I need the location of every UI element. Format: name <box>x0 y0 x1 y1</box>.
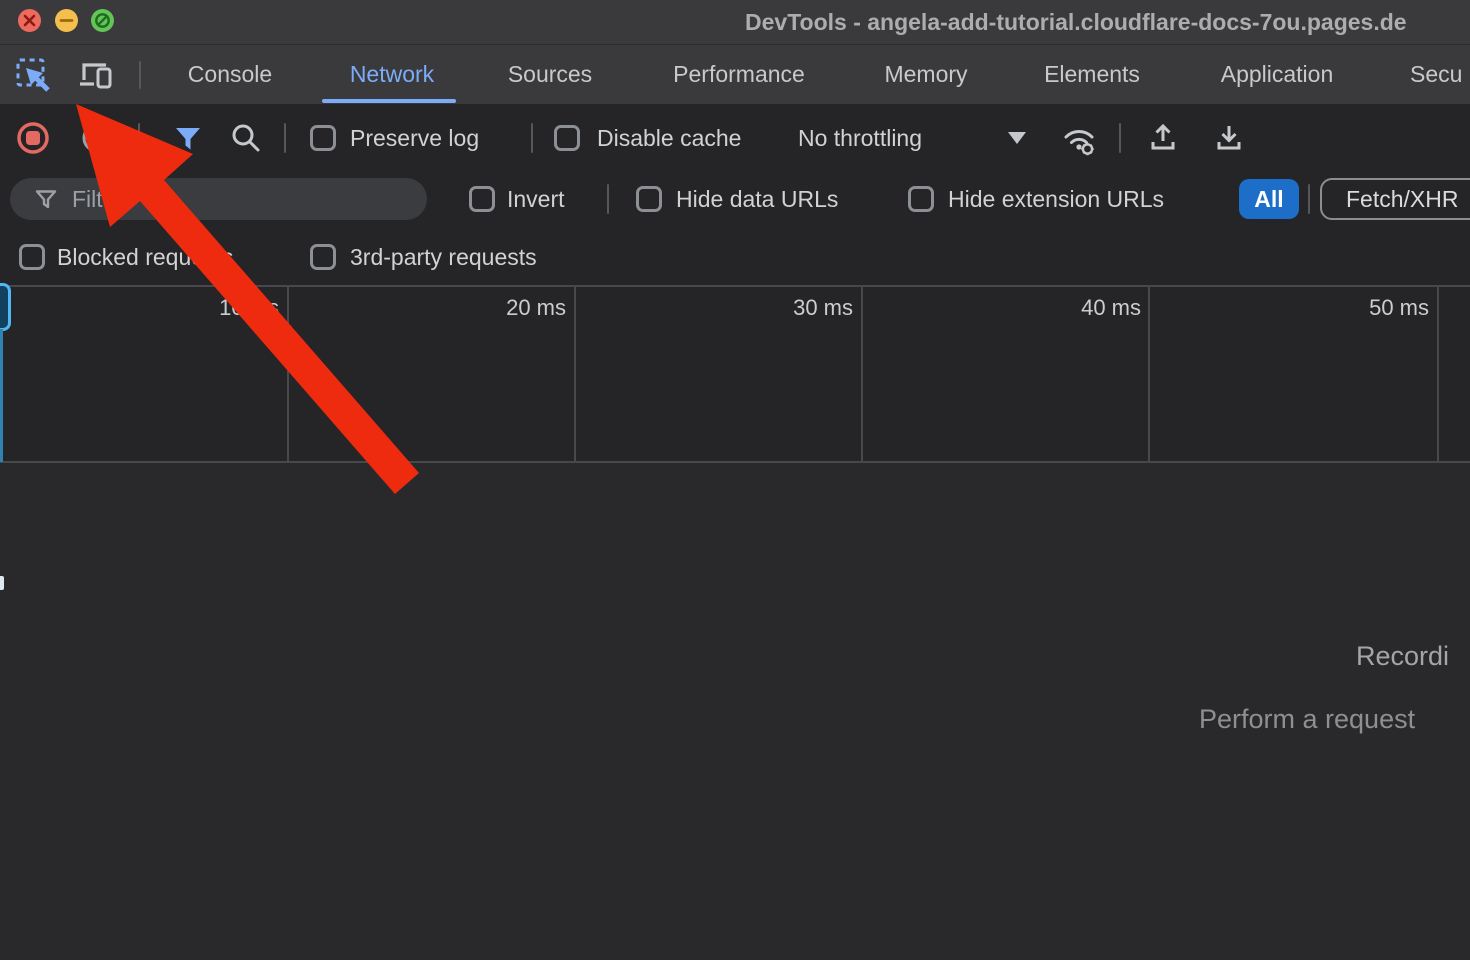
import-har-icon <box>1146 120 1180 156</box>
invert-checkbox[interactable] <box>469 186 495 212</box>
divider <box>138 123 140 153</box>
search-button[interactable] <box>230 122 262 159</box>
tab-elements[interactable]: Elements <box>1044 44 1140 104</box>
network-conditions-button[interactable] <box>1058 118 1100 165</box>
filter-toggle-button[interactable] <box>172 122 204 159</box>
filter-input[interactable] <box>72 181 412 217</box>
inspect-icon <box>14 56 54 96</box>
timeline-gridline <box>574 287 576 461</box>
clear-icon <box>80 121 114 155</box>
invert-label[interactable]: Invert <box>507 186 565 212</box>
timeline-gridline <box>1148 287 1150 461</box>
timeline-marker-30ms: 30 ms <box>793 295 853 321</box>
minimize-window-button[interactable] <box>55 9 78 32</box>
export-har-button[interactable] <box>1212 120 1246 161</box>
overview-handle-grip <box>0 576 4 590</box>
search-icon <box>230 122 262 154</box>
third-party-requests-checkbox[interactable] <box>310 244 336 270</box>
disable-cache-checkbox[interactable] <box>554 125 580 151</box>
clear-network-log-button[interactable] <box>80 121 114 160</box>
hide-data-urls-label[interactable]: Hide data URLs <box>676 186 838 212</box>
window-title: DevTools - angela-add-tutorial.cloudflar… <box>745 9 1407 36</box>
close-icon <box>18 9 41 32</box>
active-tab-underline <box>322 99 456 103</box>
divider <box>607 184 609 214</box>
stop-recording-button[interactable] <box>15 120 51 161</box>
timeline-gridline <box>1437 287 1439 461</box>
chevron-down-icon[interactable] <box>1008 132 1026 144</box>
blocked-requests-label[interactable]: Blocked requests <box>57 244 233 270</box>
inspect-element-button[interactable] <box>14 56 54 101</box>
tab-sources[interactable]: Sources <box>508 44 592 104</box>
recording-status-text: Recordi <box>1356 641 1449 672</box>
divider <box>284 123 286 153</box>
hide-data-urls-checkbox[interactable] <box>636 186 662 212</box>
devtools-window: DevTools - angela-add-tutorial.cloudflar… <box>0 0 1470 960</box>
overview-event-line <box>0 329 3 462</box>
hide-extension-urls-label[interactable]: Hide extension URLs <box>948 186 1164 212</box>
perform-request-hint-text: Perform a request <box>1199 704 1415 735</box>
divider <box>139 61 141 89</box>
throttling-select[interactable]: No throttling <box>798 125 922 151</box>
tab-console[interactable]: Console <box>188 44 272 104</box>
filter-funnel-icon <box>34 187 58 216</box>
preserve-log-label[interactable]: Preserve log <box>350 125 479 151</box>
tab-security[interactable]: Secu <box>1410 44 1462 104</box>
divider <box>0 285 1470 287</box>
request-type-all-button[interactable]: All <box>1239 179 1299 219</box>
tab-performance[interactable]: Performance <box>673 44 805 104</box>
divider <box>531 123 533 153</box>
network-conditions-icon <box>1058 118 1100 160</box>
divider <box>1308 184 1310 214</box>
timeline-marker-40ms: 40 ms <box>1081 295 1141 321</box>
close-window-button[interactable] <box>18 9 41 32</box>
export-har-icon <box>1212 120 1246 156</box>
record-stop-icon <box>15 120 51 156</box>
preserve-log-checkbox[interactable] <box>310 125 336 151</box>
timeline-gridline <box>861 287 863 461</box>
timeline-marker-20ms: 20 ms <box>506 295 566 321</box>
zoom-disabled-icon <box>91 9 114 32</box>
divider <box>1119 123 1121 153</box>
zoom-window-button[interactable] <box>91 9 114 32</box>
blocked-requests-checkbox[interactable] <box>19 244 45 270</box>
timeline-gridline <box>287 287 289 461</box>
filter-toggle-icon <box>172 122 204 154</box>
overview-drag-handle[interactable] <box>0 283 11 331</box>
hide-extension-urls-checkbox[interactable] <box>908 186 934 212</box>
import-har-button[interactable] <box>1146 120 1180 161</box>
toggle-device-toolbar-button[interactable] <box>76 56 116 101</box>
timeline-marker-50ms: 50 ms <box>1369 295 1429 321</box>
request-type-fetch-xhr-button[interactable]: Fetch/XHR <box>1320 178 1470 220</box>
disable-cache-label[interactable]: Disable cache <box>597 125 741 151</box>
minimize-icon <box>55 9 78 32</box>
tab-network[interactable]: Network <box>350 44 434 104</box>
third-party-requests-label[interactable]: 3rd-party requests <box>350 244 537 270</box>
tab-application[interactable]: Application <box>1221 44 1334 104</box>
device-toolbar-icon <box>76 56 116 96</box>
tab-memory[interactable]: Memory <box>884 44 967 104</box>
timeline-marker-10ms: 10 ms <box>219 295 279 321</box>
